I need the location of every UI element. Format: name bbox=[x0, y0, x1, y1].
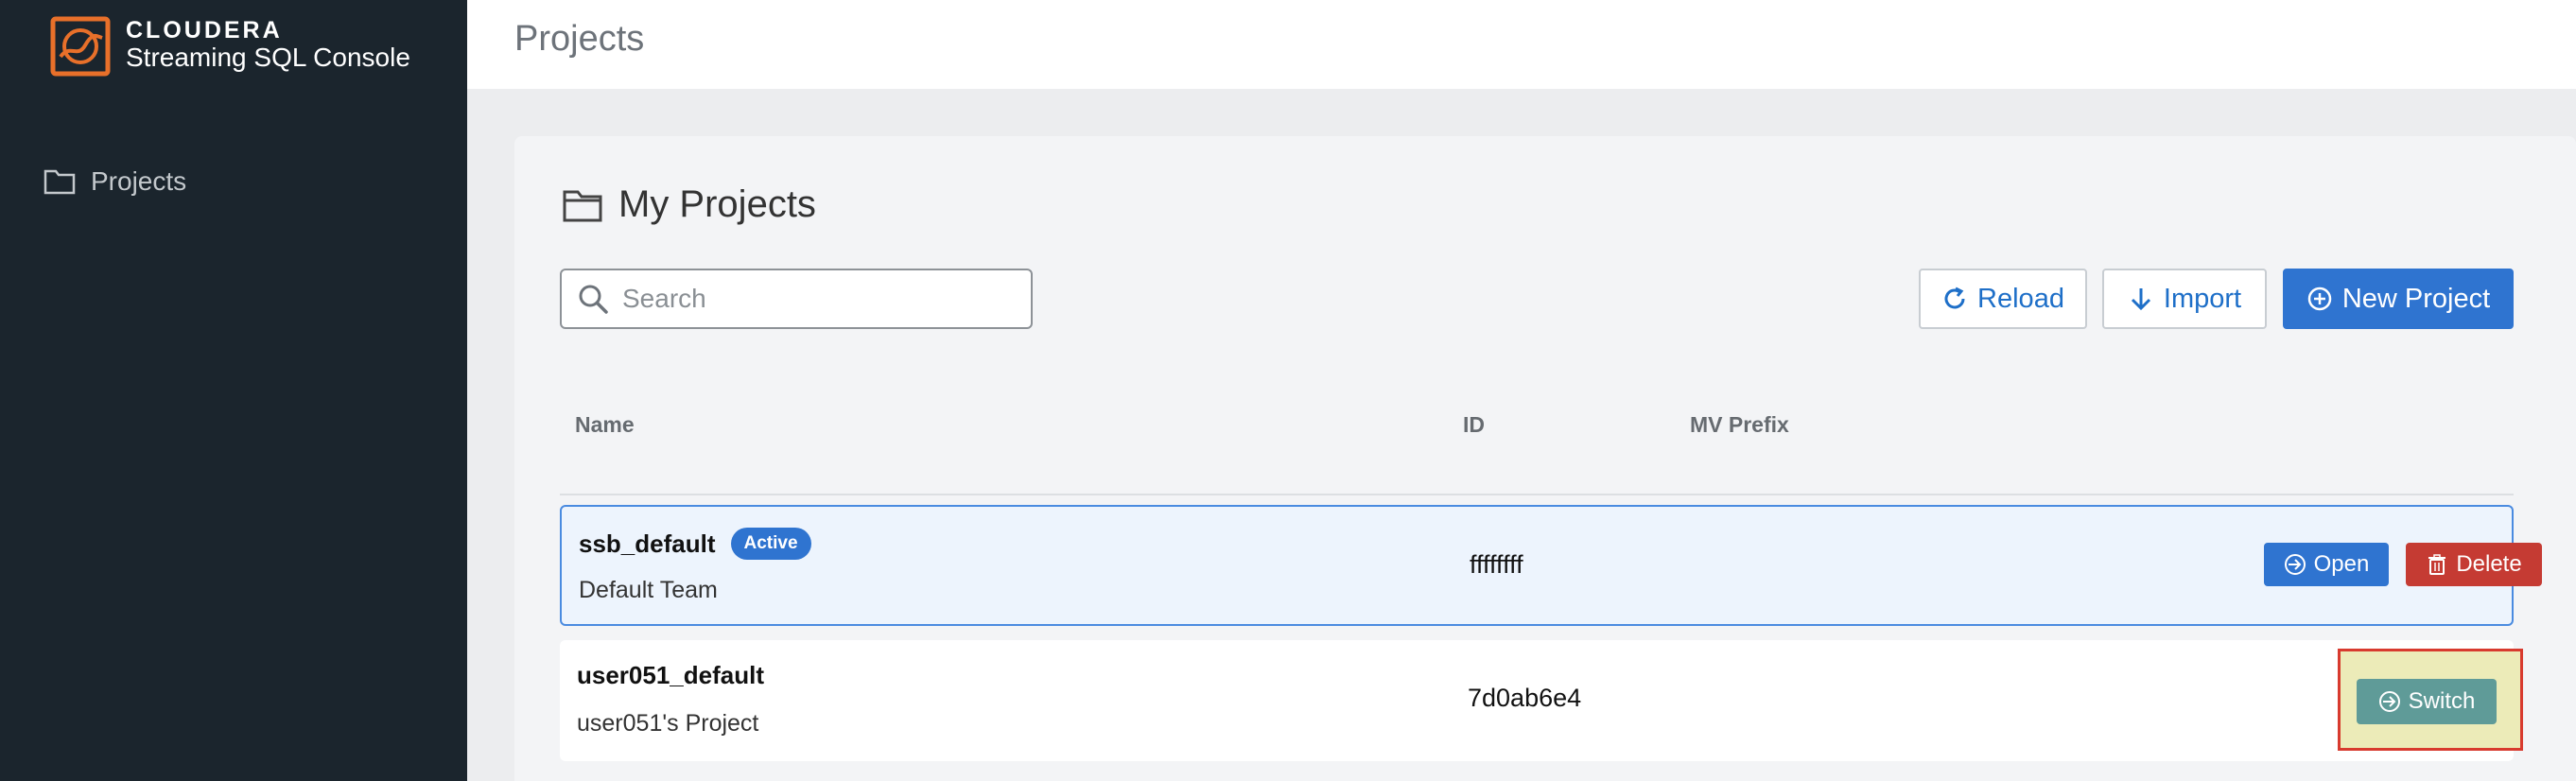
project-name: ssb_default bbox=[579, 529, 716, 558]
section-title: My Projects bbox=[618, 183, 816, 225]
project-name-cell: ssb_default Active bbox=[579, 528, 811, 560]
trash-icon bbox=[2428, 554, 2446, 575]
reload-icon bbox=[1944, 286, 1965, 309]
switch-button[interactable]: Switch bbox=[2357, 679, 2497, 724]
sign-in-icon bbox=[2378, 691, 2400, 712]
project-description: user051's Project bbox=[577, 710, 759, 737]
open-button[interactable]: Open bbox=[2264, 543, 2389, 586]
project-id: 7d0ab6e4 bbox=[1468, 684, 1582, 712]
project-name: user051_default bbox=[577, 661, 764, 689]
plus-circle-icon bbox=[2307, 286, 2332, 311]
sidebar-item-projects[interactable]: Projects bbox=[44, 161, 186, 202]
page-header: Projects bbox=[467, 0, 2576, 89]
import-label: Import bbox=[2163, 283, 2242, 314]
project-id: ffffffff bbox=[1470, 550, 1523, 579]
search-input[interactable] bbox=[622, 284, 1001, 314]
search-box[interactable] bbox=[560, 269, 1033, 329]
table-header-divider bbox=[560, 494, 2514, 495]
cloudera-logo-icon bbox=[50, 16, 111, 77]
page-title: Projects bbox=[514, 19, 645, 59]
project-name-cell: user051_default bbox=[577, 661, 764, 690]
switch-label: Switch bbox=[2408, 688, 2476, 714]
project-description: Default Team bbox=[579, 577, 718, 603]
delete-button[interactable]: Delete bbox=[2406, 543, 2542, 586]
new-project-label: New Project bbox=[2341, 283, 2491, 314]
column-header-name[interactable]: Name bbox=[575, 412, 635, 438]
open-label: Open bbox=[2313, 551, 2370, 577]
folder-icon bbox=[44, 169, 76, 195]
import-button[interactable]: Import bbox=[2102, 269, 2267, 329]
projects-card: My Projects Reload Import New Project Na… bbox=[514, 136, 2576, 781]
folder-icon bbox=[563, 190, 602, 221]
reload-button[interactable]: Reload bbox=[1919, 269, 2087, 329]
arrow-down-icon bbox=[2131, 288, 2150, 311]
column-header-id[interactable]: ID bbox=[1463, 412, 1485, 438]
brand-title: CLOUDERA bbox=[126, 17, 283, 43]
card-heading: My Projects bbox=[562, 183, 816, 226]
delete-label: Delete bbox=[2456, 551, 2522, 577]
sidebar: CLOUDERA Streaming SQL Console Projects bbox=[0, 0, 467, 781]
new-project-button[interactable]: New Project bbox=[2283, 269, 2514, 329]
sign-in-icon bbox=[2284, 554, 2306, 575]
status-badge: Active bbox=[730, 528, 811, 560]
search-icon bbox=[579, 285, 608, 314]
column-header-mv-prefix[interactable]: MV Prefix bbox=[1690, 412, 1789, 438]
table-row[interactable]: user051_default user051's Project 7d0ab6… bbox=[560, 640, 2514, 761]
table-row[interactable]: ssb_default Active Default Team ffffffff… bbox=[560, 505, 2542, 626]
sidebar-item-label: Projects bbox=[91, 166, 187, 196]
brand-subtitle: Streaming SQL Console bbox=[126, 43, 410, 72]
reload-label: Reload bbox=[1977, 283, 2064, 314]
